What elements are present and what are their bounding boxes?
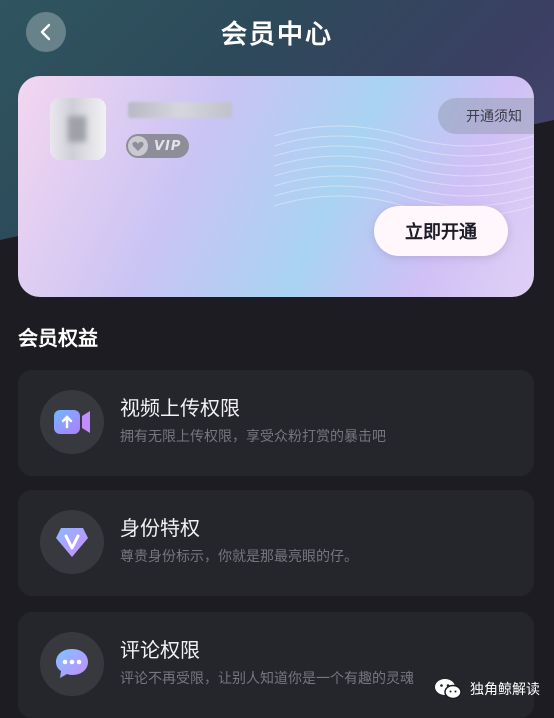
benefit-desc: 评论不再受限，让别人知道你是一个有趣的灵魂 [120,671,414,687]
benefit-title: 视频上传权限 [120,396,240,420]
video-upload-icon [40,390,104,454]
benefit-desc: 尊贵身份标示，你就是那最亮眼的仔。 [120,549,358,565]
watermark-text: 独角鲸解读 [470,682,540,698]
page-title: 会员中心 [220,20,333,50]
benefit-title: 评论权限 [120,638,200,662]
benefit-item-video-upload[interactable]: 视频上传权限 拥有无限上传权限，享受众粉打赏的暴击吧 [18,370,534,476]
app-header: 会员中心 [0,0,554,66]
vip-diamond-icon [40,510,104,574]
wechat-icon [435,679,462,700]
benefit-title: 身份特权 [120,516,200,540]
heart-icon [128,136,148,156]
open-membership-button[interactable]: 立即开通 [374,206,508,256]
section-title: 会员权益 [18,326,98,350]
notice-button[interactable]: 开通须知 [438,98,534,134]
benefit-item-identity[interactable]: 身份特权 尊贵身份标示，你就是那最亮眼的仔。 [18,490,534,596]
avatar [50,98,106,160]
vip-badge: VIP [126,134,190,158]
benefit-desc: 拥有无限上传权限，享受众粉打赏的暴击吧 [120,429,386,445]
membership-card: VIP 开通须知 立即开通 [18,76,534,297]
vip-label: VIP [154,138,182,154]
comment-bubble-icon [40,632,104,696]
watermark: 独角鲸解读 [434,678,540,700]
username-blurred [128,102,232,118]
benefit-item-comment[interactable]: 评论权限 评论不再受限，让别人知道你是一个有趣的灵魂 [18,612,534,718]
